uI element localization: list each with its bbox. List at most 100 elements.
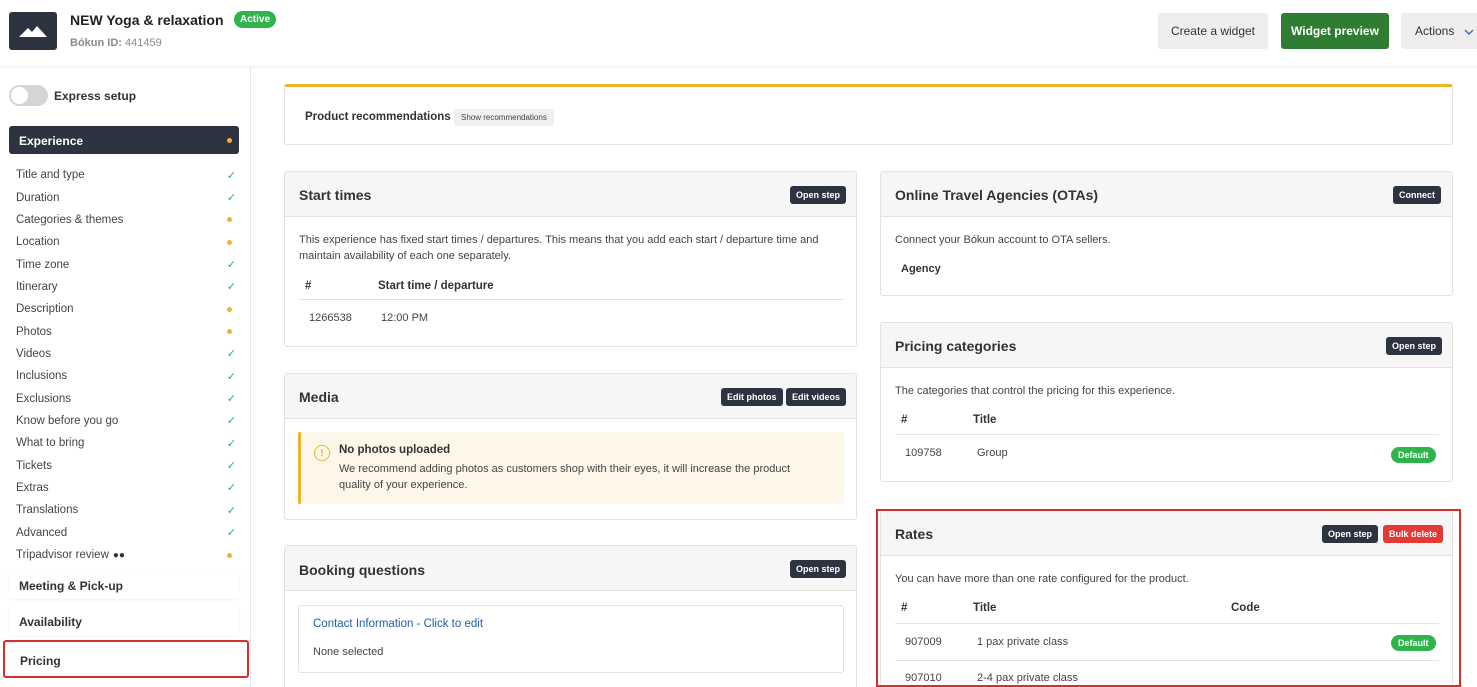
check-icon: ✓ (226, 482, 236, 495)
check-icon: ✓ (226, 437, 236, 450)
sidebar-item[interactable]: Itinerary ✓ (16, 276, 236, 298)
card-header: Media Edit photos Edit videos (285, 374, 856, 419)
sidebar-item-label: What to bring (16, 437, 85, 450)
divider (299, 299, 843, 300)
sidebar-item[interactable]: What to bring ✓ (16, 432, 236, 454)
sidebar-item-label: Location (16, 236, 60, 249)
sidebar-item-label: Title and type (16, 169, 85, 182)
rates-highlight-outline (876, 509, 1461, 687)
contact-information-box: Contact Information - Click to edit None… (298, 605, 844, 673)
create-widget-button[interactable]: Create a widget (1158, 13, 1268, 49)
start-times-description: This experience has fixed start times / … (299, 234, 819, 262)
edit-photos-button[interactable]: Edit photos (721, 388, 783, 406)
sidebar-item[interactable]: Categories & themes (16, 209, 236, 231)
sidebar-item-label: Videos (16, 347, 51, 360)
sidebar-section-meeting[interactable]: Meeting & Pick-up (9, 571, 239, 599)
sidebar-section-experience[interactable]: Experience (9, 126, 239, 154)
sidebar-item[interactable]: Photos (16, 320, 236, 342)
pending-dot-icon (227, 306, 232, 312)
pending-dot-icon (227, 329, 232, 335)
warning-text: We recommend adding photos as customers … (339, 463, 791, 491)
card-header: Booking questions Open step (285, 546, 856, 591)
sidebar-item[interactable]: Title and type ✓ (16, 164, 236, 186)
ota-card: Online Travel Agencies (OTAs) Connect Co… (880, 171, 1453, 296)
pricing-categories-card: Pricing categories Open step The categor… (880, 322, 1453, 482)
sidebar-section-availability[interactable]: Availability (9, 607, 239, 635)
experience-steps-list: Title and type ✓ Duration ✓ Categories & t… (16, 164, 236, 566)
sidebar-item[interactable]: Tickets ✓ (16, 454, 236, 476)
sidebar-item[interactable]: Location (16, 231, 236, 253)
sidebar-item-label: Translations (16, 504, 79, 517)
category-title: Group (977, 447, 1008, 459)
sidebar-item[interactable]: Inclusions ✓ (16, 365, 236, 387)
sidebar-item-label: Know before you go (16, 414, 119, 427)
column-header-id: # (305, 280, 312, 292)
agency-label: Agency (901, 263, 941, 275)
sidebar-item[interactable]: Duration ✓ (16, 186, 236, 208)
pending-dot-icon (227, 217, 232, 223)
sidebar-item-label: Tickets (16, 459, 52, 472)
chevron-down-icon (1464, 24, 1474, 38)
start-time-value: 12:00 PM (381, 312, 429, 324)
open-step-button[interactable]: Open step (790, 186, 847, 204)
widget-preview-button[interactable]: Widget preview (1281, 13, 1389, 49)
sidebar-item-label: Photos (16, 325, 52, 338)
check-icon: ✓ (226, 527, 236, 540)
sidebar-item[interactable]: Tripadvisor review ●● (16, 544, 236, 566)
sidebar-item[interactable]: Know before you go ✓ (16, 410, 236, 432)
product-thumbnail[interactable] (9, 12, 57, 50)
sidebar-item-label: Extras (16, 481, 49, 494)
card-title: Media (299, 389, 339, 405)
sidebar-item[interactable]: Videos ✓ (16, 343, 236, 365)
check-icon: ✓ (226, 415, 236, 428)
warning-icon: ! (314, 445, 330, 461)
product-id-label: Bókun ID: (70, 37, 122, 49)
sidebar-item-label: Inclusions (16, 370, 68, 383)
edit-videos-button[interactable]: Edit videos (786, 388, 847, 406)
product-title: NEW Yoga & relaxation (70, 12, 224, 28)
open-step-button[interactable]: Open step (790, 560, 847, 578)
pricing-categories-description: The categories that control the pricing … (895, 385, 1176, 397)
media-card: Media Edit photos Edit videos ! No photo… (284, 373, 857, 520)
card-header: Start times Open step (285, 172, 856, 217)
actions-dropdown[interactable]: Actions (1401, 13, 1477, 49)
actions-label: Actions (1415, 24, 1455, 38)
sidebar-item[interactable]: Description (16, 298, 236, 320)
check-icon: ✓ (226, 281, 236, 294)
tripadvisor-owl-icon: ●● (112, 550, 125, 562)
status-badge: Active (234, 11, 277, 28)
pending-dot-icon (227, 239, 232, 245)
card-title: Booking questions (299, 562, 425, 578)
express-setup-toggle[interactable] (9, 85, 48, 106)
sidebar-item[interactable]: Extras ✓ (16, 477, 236, 499)
sidebar-section-pricing[interactable]: Pricing (3, 640, 249, 678)
start-time-id: 1266538 (309, 312, 352, 324)
sidebar-item-label: Tripadvisor review (16, 549, 109, 562)
check-icon: ✓ (226, 192, 236, 205)
check-icon: ✓ (226, 348, 236, 361)
check-icon: ✓ (226, 259, 236, 272)
recommendations-label: Product recommendations (305, 111, 451, 123)
sidebar-item-label: Itinerary (16, 280, 58, 293)
sidebar-item[interactable]: Time zone ✓ (16, 253, 236, 275)
default-badge: Default (1391, 447, 1436, 463)
sidebar-item[interactable]: Exclusions ✓ (16, 387, 236, 409)
warning-title: No photos uploaded (339, 444, 451, 456)
card-header: Pricing categories Open step (881, 323, 1452, 368)
open-step-button[interactable]: Open step (1386, 337, 1443, 355)
column-header-id: # (901, 414, 908, 426)
booking-questions-card: Booking questions Open step Contact Info… (284, 545, 857, 687)
check-icon: ✓ (226, 169, 236, 182)
category-id: 109758 (905, 447, 942, 459)
sidebar-item[interactable]: Advanced ✓ (16, 522, 236, 544)
show-recommendations-button[interactable]: Show recommendations (454, 109, 554, 126)
connect-button[interactable]: Connect (1393, 186, 1441, 204)
sidebar-item-label: Duration (16, 191, 60, 204)
check-icon: ✓ (226, 504, 236, 517)
sidebar-item[interactable]: Translations ✓ (16, 499, 236, 521)
contact-information-link[interactable]: Contact Information - Click to edit (313, 618, 483, 630)
card-title: Start times (299, 187, 372, 203)
sidebar-item-label: Time zone (16, 258, 70, 271)
ota-description: Connect your Bókun account to OTA seller… (895, 234, 1111, 246)
sidebar-item-label: Exclusions (16, 392, 71, 405)
